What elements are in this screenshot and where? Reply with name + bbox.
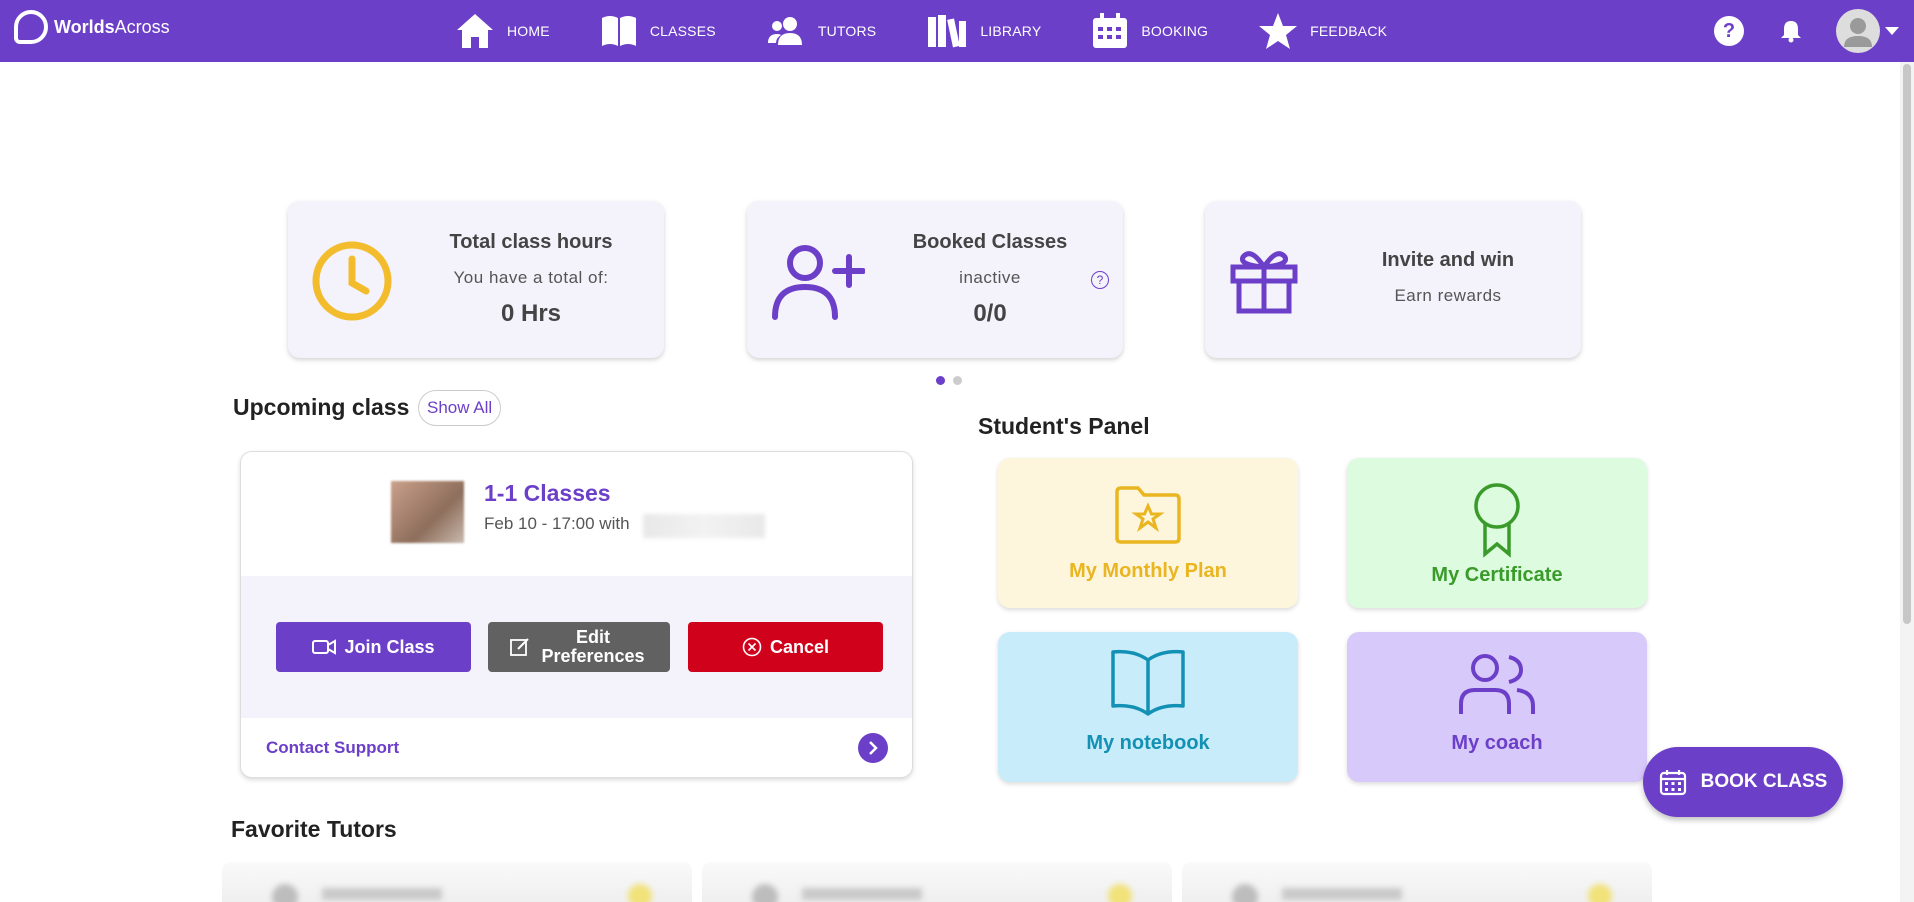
bell-icon[interactable]	[1780, 19, 1802, 43]
contact-support-link[interactable]: Contact Support	[266, 738, 399, 758]
carousel-dot-1[interactable]	[936, 376, 945, 385]
my-monthly-plan-label: My Monthly Plan	[1069, 560, 1227, 582]
class-info: 1-1 Classes Feb 10 - 17:00 with	[241, 452, 912, 576]
class-time: Feb 10 - 17:00 with	[484, 514, 630, 533]
tutor-name-redacted	[643, 514, 765, 538]
book-open-icon	[601, 16, 636, 46]
class-name: 1-1 Classes	[484, 480, 611, 506]
calendar-icon	[1093, 13, 1128, 48]
my-certificate-tile[interactable]: My Certificate	[1347, 458, 1647, 608]
my-coach-label: My coach	[1451, 732, 1543, 754]
favorite-tutors-title: Favorite Tutors	[231, 816, 397, 842]
user-avatar-icon	[1844, 18, 1872, 47]
cancel-class-button[interactable]: Cancel	[688, 622, 883, 672]
my-notebook-label: My notebook	[1086, 732, 1210, 754]
nav-item-library[interactable]: LIBRARY	[926, 13, 1041, 49]
contact-support-arrow-button[interactable]	[858, 733, 888, 763]
nav-item-classes[interactable]: CLASSES	[600, 14, 716, 48]
logo-text-bold: Worlds	[54, 16, 115, 37]
my-certificate-label: My Certificate	[1431, 564, 1563, 586]
book-open-icon	[1111, 649, 1185, 716]
total-hours-value: 0 Hrs	[500, 300, 562, 327]
total-hours-subtitle: You have a total of:	[453, 268, 609, 287]
booked-classes-title: Booked Classes	[912, 231, 1068, 253]
my-notebook-tile[interactable]: My notebook	[998, 632, 1298, 782]
invite-title: Invite and win	[1381, 249, 1515, 271]
join-class-button[interactable]: Join Class	[276, 622, 471, 672]
top-right-actions: ?	[1714, 0, 1900, 62]
students-panel-title: Student's Panel	[978, 413, 1150, 439]
scrollbar[interactable]	[1900, 62, 1914, 902]
nav-label-home: HOME	[507, 23, 550, 39]
favorite-tutors-list	[222, 862, 1672, 902]
carousel-dot-2[interactable]	[953, 376, 962, 385]
nav-label-feedback: FEEDBACK	[1310, 23, 1388, 39]
help-button[interactable]: ?	[1714, 16, 1744, 46]
nav-label-tutors: TUTORS	[817, 23, 877, 39]
main-nav: HOME CLASSES TUTORS LIBRARY BOOKING FEED…	[455, 0, 1437, 62]
invite-subtitle: Earn rewards	[1394, 286, 1502, 305]
video-camera-icon	[312, 639, 337, 655]
chevron-down-icon[interactable]	[1884, 26, 1900, 36]
library-icon	[928, 15, 967, 48]
clock-icon	[312, 241, 392, 321]
star-icon	[1259, 13, 1298, 49]
calendar-icon	[1659, 770, 1686, 796]
my-coach-tile[interactable]: My coach	[1347, 632, 1647, 782]
user-plus-icon	[772, 245, 865, 320]
nav-label-classes: CLASSES	[649, 23, 716, 39]
tutor-photo	[391, 481, 464, 543]
folder-star-icon	[1115, 486, 1181, 544]
gift-icon	[1230, 251, 1298, 314]
logo-text-light: Across	[114, 16, 170, 37]
users-icon	[1459, 654, 1535, 714]
avatar[interactable]	[1836, 9, 1880, 53]
nav-label-booking: BOOKING	[1141, 23, 1209, 39]
support-row: Contact Support	[241, 718, 912, 777]
favorite-tutor-card[interactable]	[222, 862, 692, 902]
carousel-dots	[936, 376, 970, 385]
close-circle-icon	[742, 637, 762, 657]
upcoming-class-title: Upcoming class	[233, 394, 410, 420]
book-class-label: BOOK CLASS	[1700, 771, 1828, 792]
nav-label-library: LIBRARY	[980, 23, 1042, 39]
top-navbar: Worlds Across HOME CLASSES TUTORS LIBRARY…	[0, 0, 1914, 62]
booked-classes-help-icon[interactable]: ?	[1091, 271, 1109, 289]
logo-mark-icon	[14, 10, 48, 44]
edit-preferences-button[interactable]: Edit Preferences	[488, 622, 670, 672]
my-monthly-plan-tile[interactable]: My Monthly Plan	[998, 458, 1298, 608]
booked-classes-status: inactive	[959, 268, 1021, 287]
edit-icon	[510, 638, 529, 656]
booked-classes-value: 0/0	[973, 300, 1007, 327]
scrollbar-thumb[interactable]	[1903, 64, 1911, 624]
join-class-label: Join Class	[344, 636, 435, 657]
total-hours-title: Total class hours	[449, 231, 613, 253]
booked-classes-card: Booked Classes inactive 0/0 ?	[747, 201, 1123, 358]
upcoming-class-card: 1-1 Classes Feb 10 - 17:00 with Join Cla…	[240, 451, 913, 778]
award-ribbon-icon	[1474, 483, 1520, 558]
favorite-tutor-card[interactable]	[1182, 862, 1652, 902]
class-actions: Join Class Edit Preferences Cancel	[241, 576, 912, 718]
home-icon	[457, 14, 493, 48]
cancel-label: Cancel	[769, 636, 830, 657]
invite-card[interactable]: Invite and win Earn rewards	[1205, 201, 1581, 358]
book-class-button[interactable]: BOOK CLASS	[1643, 747, 1843, 817]
nav-item-home[interactable]: HOME	[455, 12, 550, 50]
favorite-tutor-card[interactable]	[702, 862, 1172, 902]
show-all-button[interactable]: Show All	[418, 390, 502, 426]
users-icon	[767, 17, 802, 45]
nav-item-feedback[interactable]: FEEDBACK	[1258, 12, 1387, 50]
logo[interactable]: Worlds Across	[14, 10, 170, 44]
nav-item-tutors[interactable]: TUTORS	[766, 16, 877, 46]
nav-item-booking[interactable]: BOOKING	[1091, 12, 1208, 50]
chevron-right-icon	[869, 741, 878, 755]
edit-preferences-label: Edit Preferences	[541, 627, 645, 666]
total-hours-card: Total class hours You have a total of: 0…	[288, 201, 664, 358]
